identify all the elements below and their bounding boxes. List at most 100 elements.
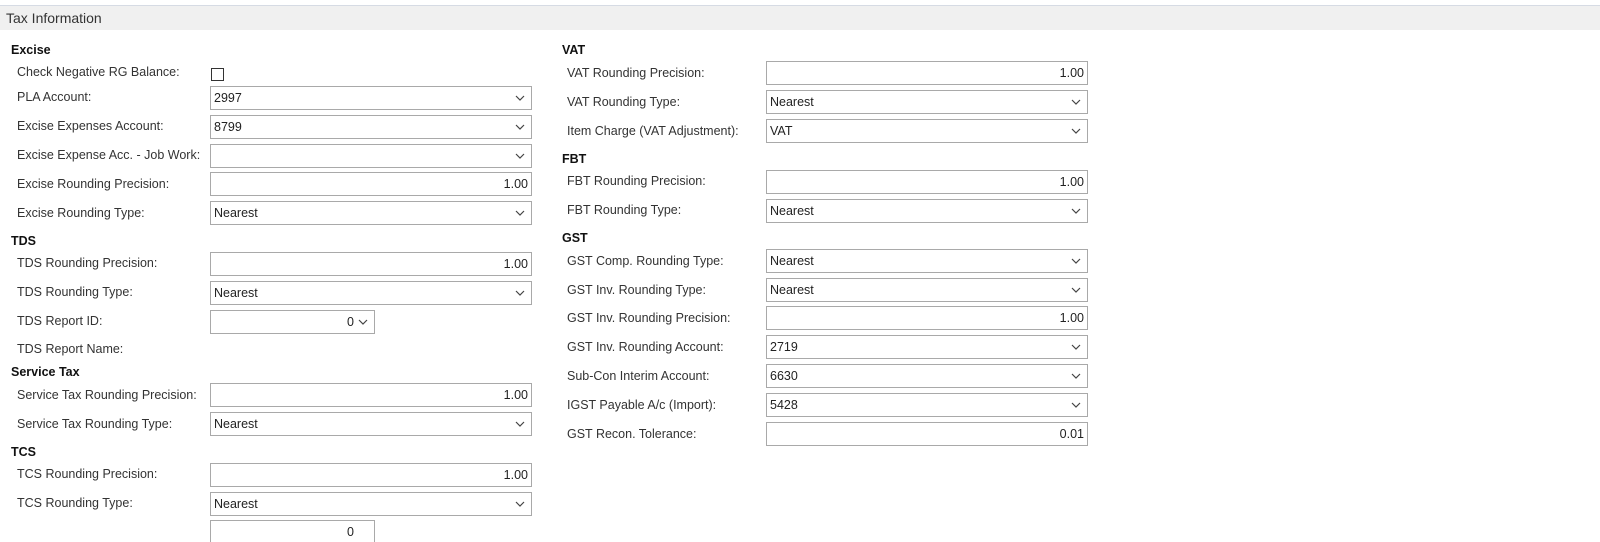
- chevron-down-icon: [515, 210, 525, 216]
- tcs-rounding-precision-input[interactable]: 1.00: [210, 463, 532, 487]
- tcs-rounding-precision-value: 1.00: [503, 468, 528, 482]
- tds-rounding-type-value: Nearest: [214, 286, 258, 300]
- chevron-down-icon: [358, 319, 368, 325]
- gst-comp-rounding-type-label: GST Comp. Rounding Type:: [567, 254, 724, 268]
- excise-rounding-precision-value: 1.00: [503, 177, 528, 191]
- tds-heading: TDS: [11, 234, 36, 248]
- fbt-rounding-precision-value: 1.00: [1059, 175, 1084, 189]
- fbt-rounding-type-dropdown[interactable]: Nearest: [766, 199, 1088, 223]
- tds-rounding-precision-input[interactable]: 1.00: [210, 252, 532, 276]
- excise-rounding-precision-label: Excise Rounding Precision:: [17, 177, 170, 191]
- item-charge-label: Item Charge (VAT Adjustment):: [567, 124, 739, 138]
- tcs-rounding-type-label: TCS Rounding Type:: [17, 496, 133, 510]
- chevron-down-icon: [1071, 344, 1081, 350]
- tcs-heading: TCS: [11, 445, 36, 459]
- vat-rounding-precision-label: VAT Rounding Precision:: [567, 66, 705, 80]
- fbt-rounding-precision-label: FBT Rounding Precision:: [567, 174, 706, 188]
- chevron-down-icon: [1071, 287, 1081, 293]
- gst-inv-rounding-account-label: GST Inv. Rounding Account:: [567, 340, 724, 354]
- service-tax-rounding-type-value: Nearest: [214, 417, 258, 431]
- excise-expenses-value: 8799: [214, 120, 242, 134]
- pla-account-label: PLA Account:: [17, 90, 92, 104]
- service-tax-rounding-precision-input[interactable]: 1.00: [210, 383, 532, 407]
- tds-report-id-label: TDS Report ID:: [17, 314, 103, 328]
- gst-inv-rounding-precision-label: GST Inv. Rounding Precision:: [567, 311, 731, 325]
- tds-report-id-value: 0: [347, 315, 354, 329]
- excise-jobwork-label: Excise Expense Acc. - Job Work:: [17, 148, 201, 162]
- chevron-down-icon: [515, 153, 525, 159]
- gst-inv-rounding-precision-value: 1.00: [1059, 311, 1084, 325]
- gst-inv-rounding-type-value: Nearest: [770, 283, 814, 297]
- subcon-interim-value: 6630: [770, 369, 798, 383]
- tds-rounding-precision-label: TDS Rounding Precision:: [17, 256, 158, 270]
- subcon-interim-label: Sub-Con Interim Account:: [567, 369, 710, 383]
- excise-rounding-type-value: Nearest: [214, 206, 258, 220]
- chevron-down-icon: [1071, 258, 1081, 264]
- vat-heading: VAT: [562, 43, 586, 57]
- excise-expenses-dropdown[interactable]: 8799: [210, 115, 532, 139]
- gst-heading: GST: [562, 231, 588, 245]
- gst-recon-tolerance-value: 0.01: [1059, 427, 1084, 441]
- tds-rounding-precision-value: 1.00: [503, 257, 528, 271]
- gst-comp-rounding-type-value: Nearest: [770, 254, 814, 268]
- igst-payable-label: IGST Payable A/c (Import):: [567, 398, 717, 412]
- fbt-rounding-type-value: Nearest: [770, 204, 814, 218]
- gst-inv-rounding-type-label: GST Inv. Rounding Type:: [567, 283, 706, 297]
- pla-account-value: 2997: [214, 91, 242, 105]
- vat-rounding-type-dropdown[interactable]: Nearest: [766, 90, 1088, 114]
- excise-rounding-precision-input[interactable]: 1.00: [210, 172, 532, 196]
- vat-rounding-type-value: Nearest: [770, 95, 814, 109]
- gst-comp-rounding-type-dropdown[interactable]: Nearest: [766, 249, 1088, 273]
- chevron-down-icon: [1071, 373, 1081, 379]
- tcs-report-id-dropdown[interactable]: 0: [210, 520, 375, 542]
- section-header[interactable]: Tax Information: [0, 6, 1600, 30]
- tds-rounding-type-label: TDS Rounding Type:: [17, 285, 133, 299]
- excise-expenses-label: Excise Expenses Account:: [17, 119, 164, 133]
- check-negative-checkbox[interactable]: [211, 68, 224, 81]
- vat-rounding-precision-input[interactable]: 1.00: [766, 61, 1088, 85]
- chevron-down-icon: [515, 95, 525, 101]
- vat-rounding-precision-value: 1.00: [1059, 66, 1084, 80]
- excise-rounding-type-label: Excise Rounding Type:: [17, 206, 145, 220]
- gst-recon-tolerance-label: GST Recon. Tolerance:: [567, 427, 697, 441]
- vat-rounding-type-label: VAT Rounding Type:: [567, 95, 681, 109]
- igst-payable-dropdown[interactable]: 5428: [766, 393, 1088, 417]
- tcs-rounding-type-value: Nearest: [214, 497, 258, 511]
- tcs-rounding-precision-label: TCS Rounding Precision:: [17, 467, 158, 481]
- igst-payable-value: 5428: [770, 398, 798, 412]
- chevron-down-icon: [1071, 208, 1081, 214]
- chevron-down-icon: [1071, 402, 1081, 408]
- tcs-rounding-type-dropdown[interactable]: Nearest: [210, 492, 532, 516]
- gst-inv-rounding-precision-input[interactable]: 1.00: [766, 306, 1088, 330]
- service-tax-rounding-precision-value: 1.00: [503, 388, 528, 402]
- service-tax-rounding-type-label: Service Tax Rounding Type:: [17, 417, 173, 431]
- chevron-down-icon: [515, 290, 525, 296]
- service-tax-rounding-type-dropdown[interactable]: Nearest: [210, 412, 532, 436]
- tds-report-id-dropdown[interactable]: 0: [210, 310, 375, 334]
- fbt-rounding-precision-input[interactable]: 1.00: [766, 170, 1088, 194]
- gst-inv-rounding-type-dropdown[interactable]: Nearest: [766, 278, 1088, 302]
- chevron-down-icon: [515, 501, 525, 507]
- gst-inv-rounding-account-value: 2719: [770, 340, 798, 354]
- item-charge-dropdown[interactable]: VAT: [766, 119, 1088, 143]
- gst-recon-tolerance-input[interactable]: 0.01: [766, 422, 1088, 446]
- chevron-down-icon: [515, 421, 525, 427]
- gst-inv-rounding-account-dropdown[interactable]: 2719: [766, 335, 1088, 359]
- check-negative-label: Check Negative RG Balance:: [17, 65, 180, 79]
- pla-account-dropdown[interactable]: 2997: [210, 86, 532, 110]
- tds-report-name-label: TDS Report Name:: [17, 342, 124, 356]
- chevron-down-icon: [1071, 99, 1081, 105]
- fbt-heading: FBT: [562, 152, 587, 166]
- chevron-down-icon: [1071, 128, 1081, 134]
- chevron-down-icon: [515, 124, 525, 130]
- item-charge-value: VAT: [770, 124, 793, 138]
- excise-jobwork-dropdown[interactable]: [210, 144, 532, 168]
- tds-rounding-type-dropdown[interactable]: Nearest: [210, 281, 532, 305]
- tcs-report-id-value: 0: [347, 525, 354, 539]
- excise-heading: Excise: [11, 43, 51, 57]
- fbt-rounding-type-label: FBT Rounding Type:: [567, 203, 682, 217]
- excise-rounding-type-dropdown[interactable]: Nearest: [210, 201, 532, 225]
- service-tax-rounding-precision-label: Service Tax Rounding Precision:: [17, 388, 197, 402]
- section-title: Tax Information: [6, 10, 102, 26]
- subcon-interim-dropdown[interactable]: 6630: [766, 364, 1088, 388]
